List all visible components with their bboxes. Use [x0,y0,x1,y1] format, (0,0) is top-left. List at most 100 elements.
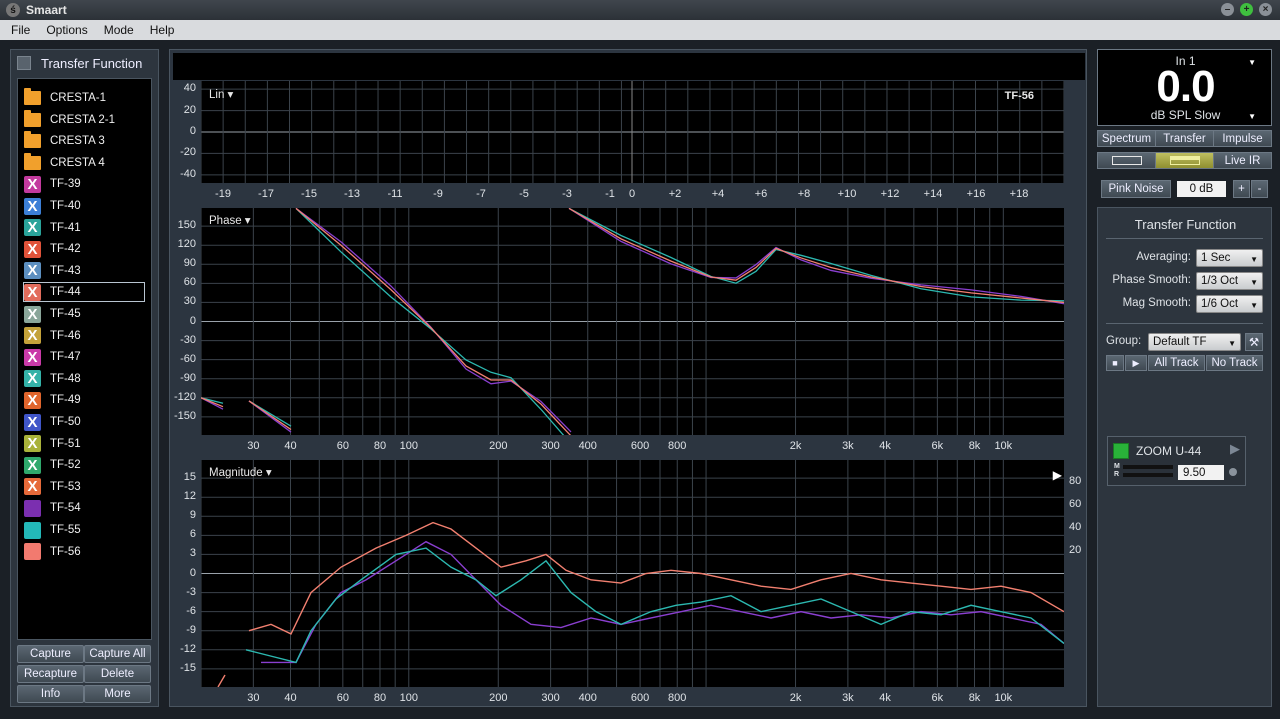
phase-x-tick: 6k [931,440,944,452]
trace-toggle-icon[interactable]: X [24,240,41,258]
menu-file[interactable]: File [11,23,30,37]
list-item[interactable]: CRESTA 3 [24,131,144,150]
transfer-mode-button[interactable]: Transfer [1155,130,1214,147]
spl-meter[interactable]: In 1 0.0 dB SPL Slow ▼ ▼ [1097,49,1272,126]
impulse-mode-button[interactable]: Impulse [1213,130,1272,147]
trace-toggle-icon[interactable]: X [24,305,41,323]
generator-level-field[interactable]: 0 dB [1177,181,1226,197]
list-item[interactable]: X TF-41 [24,219,144,237]
dual-pane-layout-button[interactable] [1155,152,1214,169]
magnitude-plot[interactable]: Magnitude ▾ ▶ [200,460,1065,688]
trace-toggle-icon[interactable]: X [24,413,41,431]
capture-all-button[interactable]: Capture All [84,645,151,663]
recapture-button[interactable]: Recapture [17,665,84,683]
averaging-select[interactable]: 1 Sec ▼ [1196,249,1263,267]
meter-channel-dropdown-icon[interactable]: ▼ [1248,58,1256,67]
play-icon[interactable]: ▶ [1125,355,1147,371]
magnitude-plot-label[interactable]: Magnitude ▾ [209,465,272,479]
close-icon[interactable]: × [1259,3,1272,16]
no-track-button[interactable]: No Track [1206,355,1263,371]
list-item-label: TF-47 [50,351,81,364]
live-ir-plot[interactable]: Lin ▾ TF-56 [200,81,1065,183]
single-pane-layout-button[interactable] [1097,152,1156,169]
list-item[interactable]: X TF-46 [24,327,144,345]
list-item[interactable]: X TF-48 [24,370,144,388]
group-select[interactable]: Default TF ▼ [1148,333,1241,351]
trace-toggle-icon[interactable]: X [24,197,41,215]
generator-level-up-button[interactable]: + [1233,180,1250,198]
menu-help[interactable]: Help [150,23,175,37]
live-ir-button[interactable]: Live IR [1213,152,1272,169]
menu-mode[interactable]: Mode [104,23,134,37]
folder-icon[interactable] [24,131,41,149]
measurement-engine-card[interactable]: ZOOM U-44 ▶ M R 9.50 [1107,436,1246,486]
list-item[interactable]: X TF-50 [24,413,144,431]
list-item[interactable]: X TF-52 [24,456,144,474]
list-item[interactable]: X TF-43 [24,262,144,280]
meter-mode-dropdown-icon[interactable]: ▼ [1248,112,1256,121]
list-item[interactable]: TF-56 [24,543,144,561]
all-track-button[interactable]: All Track [1148,355,1205,371]
trace-color-swatch[interactable] [24,543,41,561]
list-item[interactable]: X TF-49 [24,391,144,409]
trace-toggle-icon[interactable]: X [24,435,41,453]
trace-color-swatch[interactable] [24,499,41,517]
folder-icon[interactable] [24,109,41,127]
device-expand-icon[interactable]: ▶ [1230,441,1240,457]
trace-toggle-icon[interactable]: X [24,175,41,193]
list-item[interactable]: CRESTA-1 [24,88,144,107]
trace-toggle-icon[interactable]: X [24,348,41,366]
menu-options[interactable]: Options [46,23,87,37]
folder-icon[interactable] [24,152,41,170]
magnitude-x-tick: 30 [247,692,260,704]
trace-toggle-icon[interactable]: X [24,327,41,345]
pink-noise-button[interactable]: Pink Noise [1101,180,1171,198]
trace-toggle-icon[interactable]: X [24,219,41,237]
list-item[interactable]: X TF-53 [24,478,144,496]
folder-icon[interactable] [24,88,41,105]
list-item[interactable]: X TF-42 [24,240,144,258]
spectrum-mode-button[interactable]: Spectrum [1097,130,1156,147]
live-plot-scale-label[interactable]: Lin ▾ [209,87,233,101]
phase-plot-label[interactable]: Phase ▾ [209,213,251,227]
averaging-label: Averaging: [1136,251,1191,263]
trace-toggle-icon[interactable]: X [24,456,41,474]
list-item[interactable]: TF-54 [24,499,144,517]
trace-toggle-icon[interactable]: X [24,283,41,301]
delay-finder-icon[interactable] [1229,468,1237,476]
maximize-icon[interactable]: + [1240,3,1253,16]
delete-button[interactable]: Delete [84,665,151,683]
list-item[interactable]: X TF-45 [24,305,144,323]
delay-field[interactable]: 9.50 [1178,465,1224,480]
list-item[interactable]: TF-55 [24,521,144,539]
library-checkbox[interactable] [17,56,31,70]
live-x-tick: -3 [562,188,572,200]
list-item[interactable]: X TF-44 [23,282,145,303]
play-arrow-icon[interactable]: ▶ [1053,468,1062,482]
stop-icon[interactable]: ■ [1106,355,1124,371]
live-x-tick: -5 [519,188,529,200]
capture-button[interactable]: Capture [17,645,84,663]
info-button[interactable]: Info [17,685,84,703]
list-item[interactable]: X TF-47 [24,348,144,366]
list-item[interactable]: X TF-40 [24,197,144,215]
phase-smooth-select[interactable]: 1/3 Oct ▼ [1196,272,1263,290]
group-tools-icon[interactable]: ⚒ [1245,333,1263,351]
trace-color-swatch[interactable] [24,521,41,539]
list-item[interactable]: X TF-39 [24,175,144,193]
list-item[interactable]: X TF-51 [24,435,144,453]
list-item[interactable]: CRESTA 2-1 [24,109,144,129]
list-item[interactable]: CRESTA 4 [24,152,144,172]
trace-toggle-icon[interactable]: X [24,391,41,409]
trace-toggle-icon[interactable]: X [24,262,41,280]
generator-level-down-button[interactable]: - [1251,180,1268,198]
trace-toggle-icon[interactable]: X [24,478,41,496]
list-item-label: CRESTA 4 [50,156,105,169]
phase-plot[interactable]: Phase ▾ [200,207,1065,445]
trace-toggle-icon[interactable]: X [24,370,41,388]
magnitude-y-tick: -3 [186,585,196,598]
minimize-icon[interactable]: – [1221,3,1234,16]
engine-on-indicator[interactable] [1113,443,1129,459]
mag-smooth-select[interactable]: 1/6 Oct ▼ [1196,295,1263,313]
more-button[interactable]: More [84,685,151,703]
